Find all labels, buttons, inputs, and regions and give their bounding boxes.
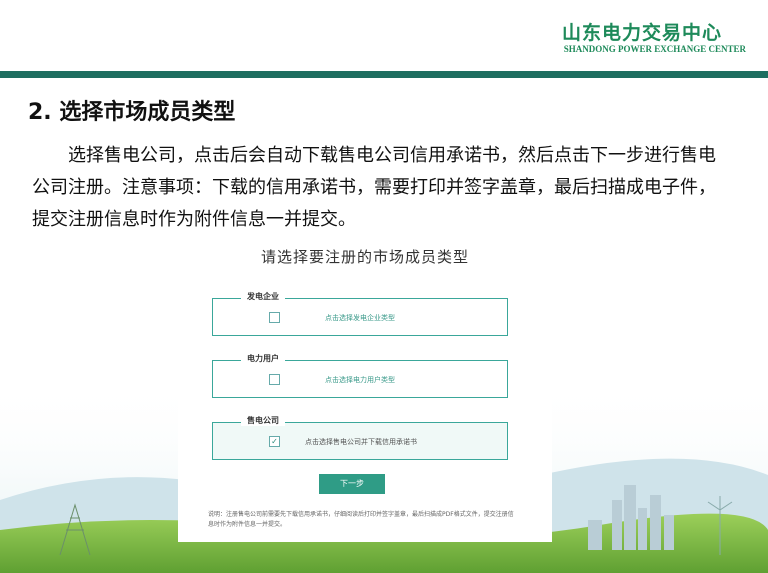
instruction-paragraph: 选择售电公司，点击后会自动下载售电公司信用承诺书，然后点击下一步进行售电公司注册… — [32, 145, 716, 230]
section-title: 2. 选择市场成员类型 — [28, 100, 236, 125]
next-button[interactable]: 下一步 — [319, 474, 385, 494]
option-text: 点击选择发电企业类型 — [325, 314, 395, 322]
header-band — [0, 71, 768, 78]
panel-note: 说明：注册售电公司前需要先下载信用承诺书，仔细阅读后打印并签字盖章，最后扫描成P… — [208, 511, 514, 528]
option-power-generation[interactable]: 发电企业 点击选择发电企业类型 — [212, 291, 508, 336]
checkbox-checked[interactable]: ✓ — [269, 436, 280, 447]
header: 山东电力交易中心 SHANDONG POWER EXCHANGE CENTER — [0, 0, 768, 78]
panel-title: 请选择要注册的市场成员类型 — [260, 248, 469, 266]
logo-english: SHANDONG POWER EXCHANGE CENTER — [563, 44, 746, 54]
option-power-user[interactable]: 电力用户 点击选择电力用户类型 — [212, 353, 508, 398]
option-legend: 售电公司 — [241, 415, 285, 426]
option-retail-company[interactable]: 售电公司 ✓ 点击选择售电公司并下载信用承诺书 — [212, 415, 508, 460]
option-legend: 发电企业 — [241, 291, 285, 302]
checkbox[interactable] — [269, 312, 280, 323]
logo-chinese: 山东电力交易中心 — [561, 22, 722, 44]
option-legend: 电力用户 — [241, 353, 285, 364]
member-type-panel: 请选择要注册的市场成员类型 发电企业 点击选择发电企业类型 电力用户 点击选择电… — [178, 242, 552, 542]
checkbox[interactable] — [269, 374, 280, 385]
option-text: 点击选择售电公司并下载信用承诺书 — [305, 438, 417, 446]
option-text: 点击选择电力用户类型 — [325, 376, 395, 384]
